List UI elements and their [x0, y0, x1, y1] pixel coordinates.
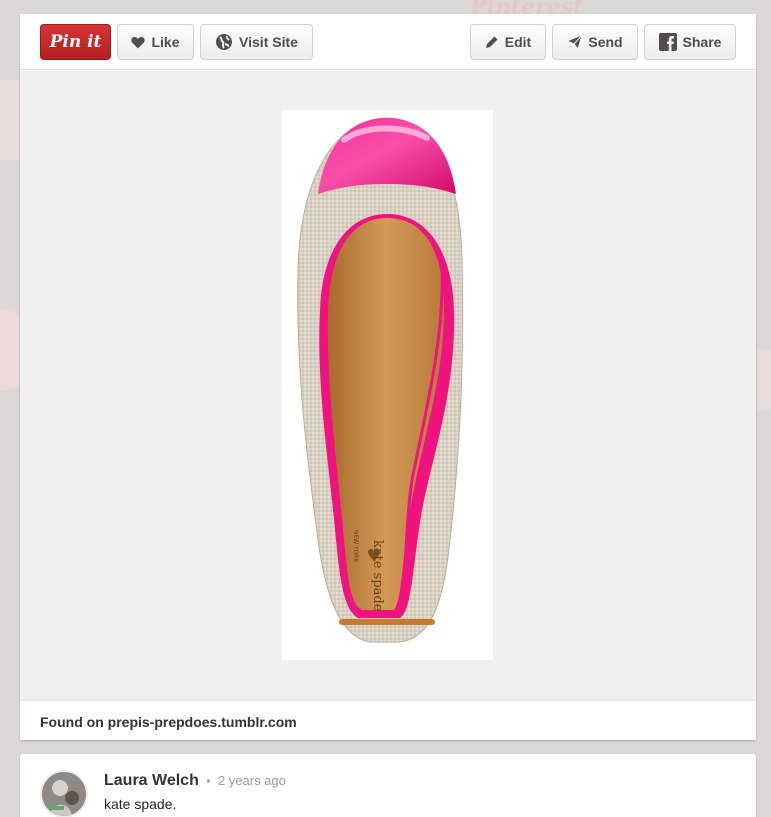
ballet-flat-illustration: kate spade NEW YORK — [297, 117, 464, 643]
pin-description-card: Laura Welch • 2 years ago kate spade. — [20, 754, 756, 817]
edit-label: Edit — [504, 34, 532, 50]
timestamp: 2 years ago — [217, 773, 286, 788]
visit-site-label: Visit Site — [239, 34, 298, 50]
share-button[interactable]: Share — [644, 24, 736, 60]
pin-image-area: kate spade NEW YORK — [20, 71, 756, 700]
share-label: Share — [682, 34, 722, 50]
source-prefix: Found on — [40, 714, 104, 730]
source-bar: Found on prepis-prepdoes.tumblr.com — [20, 700, 756, 740]
facebook-icon — [658, 33, 677, 51]
paper-plane-icon — [567, 35, 583, 49]
pin-toolbar: Pin it Like Visit Site Edit Send Share — [20, 14, 756, 70]
pin-closeup-card: Pin it Like Visit Site Edit Send Share k… — [20, 14, 756, 740]
author-name[interactable]: Laura Welch — [104, 772, 199, 789]
separator-dot: • — [206, 774, 211, 788]
author-line: Laura Welch • 2 years ago — [104, 772, 286, 790]
pin-image[interactable]: kate spade NEW YORK — [282, 110, 493, 660]
send-label: Send — [588, 34, 623, 50]
heart-icon — [131, 36, 146, 49]
globe-icon — [215, 33, 233, 51]
visit-site-button[interactable]: Visit Site — [200, 24, 313, 60]
like-label: Like — [151, 34, 180, 50]
send-button[interactable]: Send — [552, 24, 638, 60]
pin-description: kate spade. — [104, 796, 177, 812]
pin-it-label: Pin it — [49, 32, 102, 52]
insole-city-text: NEW YORK — [352, 530, 359, 563]
source-link[interactable]: prepis-prepdoes.tumblr.com — [108, 714, 297, 730]
avatar[interactable] — [40, 770, 88, 817]
pencil-icon — [485, 35, 499, 49]
edit-button[interactable]: Edit — [470, 24, 546, 60]
like-button[interactable]: Like — [117, 24, 194, 60]
pin-it-button[interactable]: Pin it — [40, 24, 111, 60]
